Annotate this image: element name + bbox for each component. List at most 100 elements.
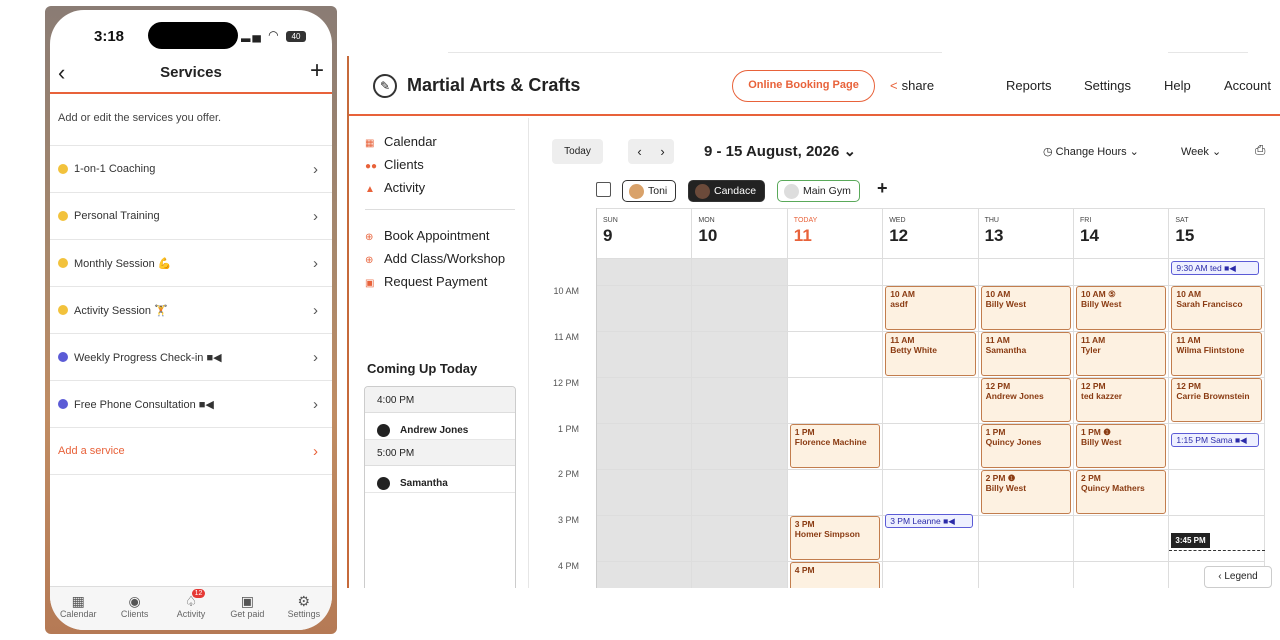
appointment[interactable]: 11 AM Wilma Flintstone xyxy=(1171,332,1262,376)
online-booking-button[interactable]: Online Booking Page xyxy=(732,70,875,102)
nav-help[interactable]: Help xyxy=(1164,78,1191,93)
hour-gridline xyxy=(597,561,1265,562)
tab-settings[interactable]: ⚙ Settings xyxy=(276,587,332,630)
users-icon: ●● xyxy=(365,161,378,172)
share-button[interactable]: < share xyxy=(890,78,934,93)
add-staff-icon[interactable]: + xyxy=(877,178,888,199)
appointment[interactable]: 1 PM Quincy Jones xyxy=(980,424,1071,468)
today-button[interactable]: Today xyxy=(552,139,603,164)
plus-circle-icon: ⊕ xyxy=(365,232,374,243)
appointment-time: 10 AM xyxy=(1176,289,1202,299)
staff-name: Main Gym xyxy=(803,185,851,197)
coming-up-time: 5:00 PM xyxy=(365,440,515,466)
coming-up-item[interactable]: Samantha xyxy=(365,466,515,493)
change-hours-button[interactable]: ◷ Change Hours ⌄ xyxy=(1043,145,1139,158)
virtual-appointment[interactable]: 9:30 AM ted ■◀ xyxy=(1171,261,1259,275)
virtual-appointment[interactable]: 1:15 PM Sama ■◀ xyxy=(1171,433,1259,447)
chevron-down-icon: ⌄ xyxy=(1211,146,1222,158)
view-selector[interactable]: Week ⌄ xyxy=(1181,145,1221,158)
battery-icon: 40 xyxy=(286,31,306,42)
tab-calendar[interactable]: ▦ Calendar xyxy=(50,587,106,630)
appointment[interactable]: 10 AM Sarah Francisco xyxy=(1171,286,1262,330)
appointment[interactable]: 12 PM Carrie Brownstein xyxy=(1171,378,1262,422)
virtual-appointment[interactable]: 3 PM Leanne ■◀ xyxy=(885,514,973,528)
select-all-checkbox[interactable] xyxy=(596,182,611,197)
chevron-left-icon: ‹ xyxy=(1218,571,1222,582)
appointment[interactable]: 3 PM Homer Simpson xyxy=(789,516,881,560)
legend-label: Legend xyxy=(1224,571,1258,582)
phone-screen: 3:18 ▂▄ ◠ 40 ‹ Services + Add or edit th… xyxy=(50,10,332,630)
service-row[interactable]: Personal Training › xyxy=(50,193,332,240)
appointment[interactable]: 10 AM Billy West xyxy=(980,286,1071,330)
chevron-right-icon[interactable]: › xyxy=(660,144,664,159)
appointment[interactable]: 12 PM Andrew Jones xyxy=(980,378,1071,422)
appointment[interactable]: 11 AM Tyler xyxy=(1076,332,1167,376)
appointment-time: 1 PM xyxy=(794,427,815,437)
add-service-row[interactable]: Add a service › xyxy=(50,428,332,475)
add-class-link[interactable]: ⊕ Add Class/Workshop xyxy=(365,251,505,266)
service-row[interactable]: 1-on-1 Coaching › xyxy=(50,146,332,193)
day-number: 13 xyxy=(984,226,1004,245)
book-appointment-link[interactable]: ⊕ Book Appointment xyxy=(365,228,490,243)
appointment[interactable]: 10 AM asdf xyxy=(885,286,976,330)
appointment-client: Carrie Brownstein xyxy=(1176,391,1250,401)
day-header: WED 12 xyxy=(883,208,979,259)
service-row[interactable]: Monthly Session 💪 › xyxy=(50,240,332,287)
appointment[interactable]: 1 PM Florence Machine xyxy=(789,424,881,468)
tab-clients[interactable]: ◉ Clients xyxy=(106,587,162,630)
staff-filter-candace[interactable]: Candace xyxy=(688,180,766,202)
wifi-icon: ◠ xyxy=(268,28,281,42)
print-icon[interactable]: ⎙ xyxy=(1255,142,1265,158)
staff-filter-main-gym[interactable]: Main Gym xyxy=(777,180,860,202)
appointment[interactable]: 11 AM Betty White xyxy=(885,332,976,376)
nav-settings[interactable]: Settings xyxy=(1084,78,1131,93)
hour-label: 11 AM xyxy=(554,332,579,342)
calendar-icon: ▦ xyxy=(71,593,85,609)
sidebar-item-activity[interactable]: ▲ Activity xyxy=(365,180,425,195)
date-range-label: 9 - 15 August, 2026 xyxy=(704,143,840,160)
services-description: Add or edit the services you offer. xyxy=(50,94,332,146)
appointment[interactable]: 1 PM ❶ Billy West xyxy=(1076,424,1167,468)
staff-filter-toni[interactable]: Toni xyxy=(622,180,677,202)
appointment-time: 12 PM xyxy=(1081,381,1106,391)
status-bar: 3:18 ▂▄ ◠ 40 xyxy=(50,10,332,56)
tab-get-paid[interactable]: ▣ Get paid xyxy=(219,587,275,630)
appointment[interactable]: 10 AM ⑤ Billy West xyxy=(1076,286,1167,330)
chevron-right-icon: › xyxy=(313,442,318,460)
service-row[interactable]: Weekly Progress Check-in ■◀ › xyxy=(50,334,332,381)
tab-bar: ▦ Calendar ◉ Clients ♤ 12 Activity ▣ Get paid… xyxy=(50,586,332,630)
legend-button[interactable]: ‹ Legend xyxy=(1204,566,1272,588)
coming-up-item[interactable]: Andrew Jones xyxy=(365,413,515,440)
sidebar-item-clients[interactable]: ●● Clients xyxy=(365,157,424,172)
nav-account[interactable]: Account xyxy=(1224,78,1271,93)
day-name: SUN xyxy=(603,217,618,224)
coming-up-title: Coming Up Today xyxy=(367,361,478,376)
sidebar-label: Calendar xyxy=(384,134,437,149)
tab-activity[interactable]: ♤ 12 Activity xyxy=(163,587,219,630)
service-row[interactable]: Free Phone Consultation ■◀ › xyxy=(50,381,332,428)
client-avatar xyxy=(377,476,390,490)
sidebar-item-calendar[interactable]: ▦ Calendar xyxy=(365,134,437,149)
chevron-right-icon: › xyxy=(313,301,318,319)
day-name: MON xyxy=(698,217,715,224)
nav-reports[interactable]: Reports xyxy=(1006,78,1052,93)
appointment[interactable]: 12 PM ted kazzer xyxy=(1076,378,1167,422)
appointment[interactable]: 2 PM Quincy Mathers xyxy=(1076,470,1167,514)
chevron-left-icon[interactable]: ‹ xyxy=(637,144,641,159)
user-icon: ◉ xyxy=(128,593,141,609)
service-row[interactable]: Activity Session 🏋 › xyxy=(50,287,332,334)
appointment-time: 10 AM xyxy=(985,289,1011,299)
date-range-selector[interactable]: 9 - 15 August, 2026 ⌄ xyxy=(704,142,856,160)
day-name: THU xyxy=(984,217,999,224)
appointment[interactable]: 11 AM Samantha xyxy=(980,332,1071,376)
status-time: 3:18 xyxy=(94,28,125,45)
request-payment-link[interactable]: ▣ Request Payment xyxy=(365,274,487,289)
appointment-client: ted kazzer xyxy=(1081,391,1123,401)
appointment[interactable]: 4 PM xyxy=(789,562,881,588)
day-header: THU 13 xyxy=(978,208,1074,259)
top-divider xyxy=(448,52,942,53)
service-label: Monthly Session 💪 xyxy=(74,257,172,270)
appointment-time: 12 PM xyxy=(985,381,1011,391)
add-icon[interactable]: + xyxy=(310,57,324,85)
appointment[interactable]: 2 PM ❶ Billy West xyxy=(980,470,1071,514)
